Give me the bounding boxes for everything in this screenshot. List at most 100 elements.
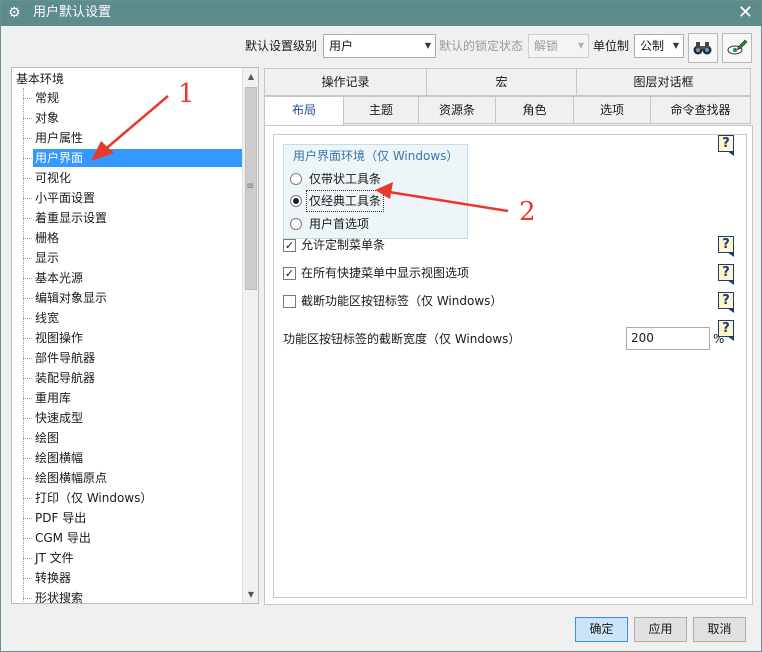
tree-connector (23, 138, 32, 139)
tree-item[interactable]: 小平面设置 (23, 189, 97, 207)
lock-label: 默认的锁定状态 (439, 39, 524, 53)
level-label: 默认设置级别 (245, 39, 318, 53)
tree-item[interactable]: 形状搜索 (23, 589, 85, 604)
ok-button[interactable]: 确定 (575, 617, 628, 642)
radio-label: 用户首选项 (309, 217, 370, 231)
tree-item[interactable]: 用户界面 (23, 149, 242, 167)
apply-button[interactable]: 应用 (634, 617, 687, 642)
help-icon[interactable]: ? (718, 292, 736, 313)
tree-connector (23, 98, 32, 99)
tree-item-label: 线宽 (35, 311, 60, 325)
help-tail (727, 151, 734, 156)
help-tail (727, 252, 734, 257)
tree-item[interactable]: 常规 (23, 89, 61, 107)
tree-item-label: 用户界面 (35, 151, 84, 165)
tree-root[interactable]: 基本环境 (16, 71, 64, 87)
tree-item[interactable]: 视图操作 (23, 329, 85, 347)
tree-item-label: JT 文件 (35, 551, 74, 565)
tab-operation-log[interactable]: 操作记录 (264, 68, 427, 96)
tree-item[interactable]: 基本光源 (23, 269, 85, 287)
tree-item[interactable]: 转换器 (23, 569, 73, 587)
tree-item[interactable]: 重用库 (23, 389, 73, 407)
tree-connector (23, 358, 32, 359)
cancel-button[interactable]: 取消 (693, 617, 746, 642)
tree-item[interactable]: 着重显示设置 (23, 209, 109, 227)
unit-label: 单位制 (593, 39, 630, 53)
help-glyph: ? (718, 320, 734, 337)
tree-connector (23, 218, 32, 219)
tree-item[interactable]: CGM 导出 (23, 529, 93, 547)
checkbox[interactable]: ✓ (283, 239, 296, 252)
checkbox[interactable]: ✓ (283, 267, 296, 280)
tree-item[interactable]: JT 文件 (23, 549, 76, 567)
tab-resource-bar[interactable]: 资源条 (418, 96, 496, 124)
tree-item[interactable]: 编辑对象显示 (23, 289, 109, 307)
tree-item-label: 打印（仅 Windows） (35, 491, 153, 505)
radio-button[interactable] (290, 218, 302, 230)
scroll-down-icon[interactable]: ▼ (243, 586, 258, 603)
tool-button[interactable] (722, 33, 752, 63)
tree-connector (23, 318, 32, 319)
tree-scrollbar[interactable]: ▲ ≡ ▼ (242, 68, 258, 603)
tree-item[interactable]: 线宽 (23, 309, 61, 327)
tree-item[interactable]: PDF 导出 (23, 509, 88, 527)
help-icon[interactable]: ? (718, 135, 736, 156)
tree-item-label: 对象 (35, 111, 60, 125)
tree-item-label: 基本光源 (35, 271, 84, 285)
tab-options[interactable]: 选项 (573, 96, 651, 124)
settings-dialog: ⚙ 用户默认设置 ✕ 默认设置级别 用户 ▼ 默认的锁定状态 解锁 ▼ 单位制 … (0, 0, 762, 652)
tree-item-label: 编辑对象显示 (35, 291, 108, 305)
help-icon[interactable]: ? (718, 264, 736, 285)
layout-panel: 用户界面环境（仅 Windows） 仅带状工具条 仅经典工具条 用户首选项 ✓ … (264, 125, 753, 605)
tab-layer-dialog[interactable]: 图层对话框 (576, 68, 751, 96)
help-icon[interactable]: ? (718, 236, 736, 257)
tree-connector (23, 88, 24, 603)
tree-item[interactable]: 装配导航器 (23, 369, 97, 387)
tree-item-label: 小平面设置 (35, 191, 96, 205)
tree-item[interactable]: 栅格 (23, 229, 61, 247)
tree-item-label: 可视化 (35, 171, 72, 185)
tree-connector (23, 258, 32, 259)
chevron-down-icon: ▼ (672, 41, 679, 50)
tree-connector (23, 518, 32, 519)
radio-label: 仅经典工具条 (305, 190, 385, 212)
lock-select-value: 解锁 (534, 39, 559, 53)
radio-button[interactable] (290, 173, 302, 185)
tab-macro[interactable]: 宏 (426, 68, 577, 96)
truncate-width-input[interactable]: 200 (626, 327, 710, 350)
tab-theme[interactable]: 主题 (343, 96, 419, 124)
unit-select[interactable]: 公制 ▼ (634, 34, 684, 58)
tree-connector (23, 578, 32, 579)
tree-item[interactable]: 用户属性 (23, 129, 85, 147)
tree-item[interactable]: 绘图 (23, 429, 61, 447)
scroll-up-icon[interactable]: ▲ (243, 68, 258, 85)
tree-item-label: 装配导航器 (35, 371, 96, 385)
tree-item[interactable]: 打印（仅 Windows） (23, 489, 154, 507)
tree-item-label: 形状搜索 (35, 591, 84, 604)
truncate-width-label: 功能区按钮标签的截断宽度（仅 Windows） (283, 332, 521, 346)
level-select[interactable]: 用户 ▼ (323, 34, 436, 58)
tab-command-finder[interactable]: 命令查找器 (650, 96, 751, 124)
tree-item[interactable]: 绘图横幅原点 (23, 469, 109, 487)
tree-item[interactable]: 对象 (23, 109, 61, 127)
radio-button[interactable] (290, 195, 302, 207)
help-icon[interactable]: ? (718, 320, 736, 341)
tree-connector (23, 338, 32, 339)
tree-item-label: 着重显示设置 (35, 211, 108, 225)
checkbox[interactable] (283, 295, 296, 308)
tree-item[interactable]: 显示 (23, 249, 61, 267)
tab-layout[interactable]: 布局 (264, 96, 344, 126)
checkbox-label: 允许定制菜单条 (301, 238, 386, 252)
find-button[interactable] (688, 33, 718, 63)
tree-item[interactable]: 快速成型 (23, 409, 85, 427)
tree-item[interactable]: 绘图横幅 (23, 449, 85, 467)
tree-item-label: 视图操作 (35, 331, 84, 345)
help-tail (727, 280, 734, 285)
tree-item[interactable]: 可视化 (23, 169, 73, 187)
tab-roles[interactable]: 角色 (495, 96, 574, 124)
tree-item[interactable]: 部件导航器 (23, 349, 97, 367)
tree-connector (23, 598, 32, 599)
close-icon[interactable]: ✕ (738, 3, 753, 23)
checkbox-label: 截断功能区按钮标签（仅 Windows） (301, 294, 503, 308)
tree-connector (23, 298, 32, 299)
